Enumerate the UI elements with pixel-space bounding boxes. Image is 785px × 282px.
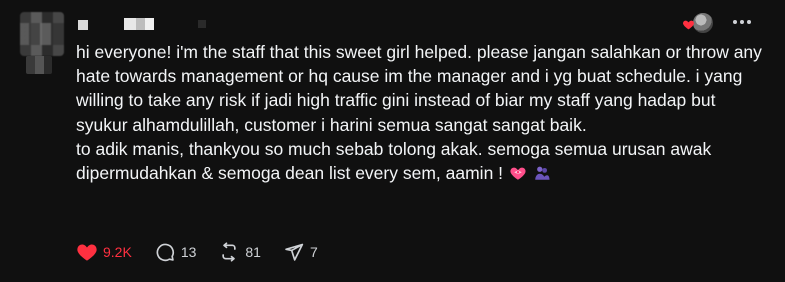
author-avatar [692, 12, 714, 34]
like-count: 9.2K [103, 244, 132, 260]
post-text: hi everyone! i'm the staff that this swe… [76, 40, 766, 188]
avatar[interactable] [20, 12, 64, 56]
ellipsis-icon [733, 20, 751, 24]
post-actions: 9.2K 13 81 7 [76, 240, 340, 264]
heart-icon [683, 20, 694, 30]
post-paragraph: hi everyone! i'm the staff that this swe… [76, 42, 762, 135]
more-options-button[interactable] [730, 12, 754, 32]
heart-icon [77, 244, 97, 261]
username-redacted-part [198, 20, 206, 28]
username-redacted[interactable] [78, 20, 88, 30]
reply-button[interactable]: 13 [154, 242, 197, 262]
reply-count: 13 [180, 244, 197, 260]
comment-icon [156, 243, 174, 262]
send-icon [285, 243, 304, 261]
share-button[interactable]: 7 [283, 242, 318, 262]
username-redacted-part[interactable] [124, 18, 154, 30]
post-paragraph-text: to adik manis, thankyou so much sebab to… [76, 138, 712, 184]
heart-with-ribbon-icon [509, 164, 527, 188]
people-hugging-icon [533, 164, 551, 188]
repost-count: 81 [245, 244, 261, 260]
share-count: 7 [309, 244, 318, 260]
liked-by-author-indicator [682, 12, 714, 34]
post-card: hi everyone! i'm the staff that this swe… [0, 0, 785, 282]
repost-icon [222, 242, 237, 262]
thread-line [26, 56, 52, 74]
repost-button[interactable]: 81 [218, 242, 261, 262]
post-paragraph-2: to adik manis, thankyou so much sebab to… [76, 137, 766, 188]
like-button[interactable]: 9.2K [76, 242, 132, 262]
